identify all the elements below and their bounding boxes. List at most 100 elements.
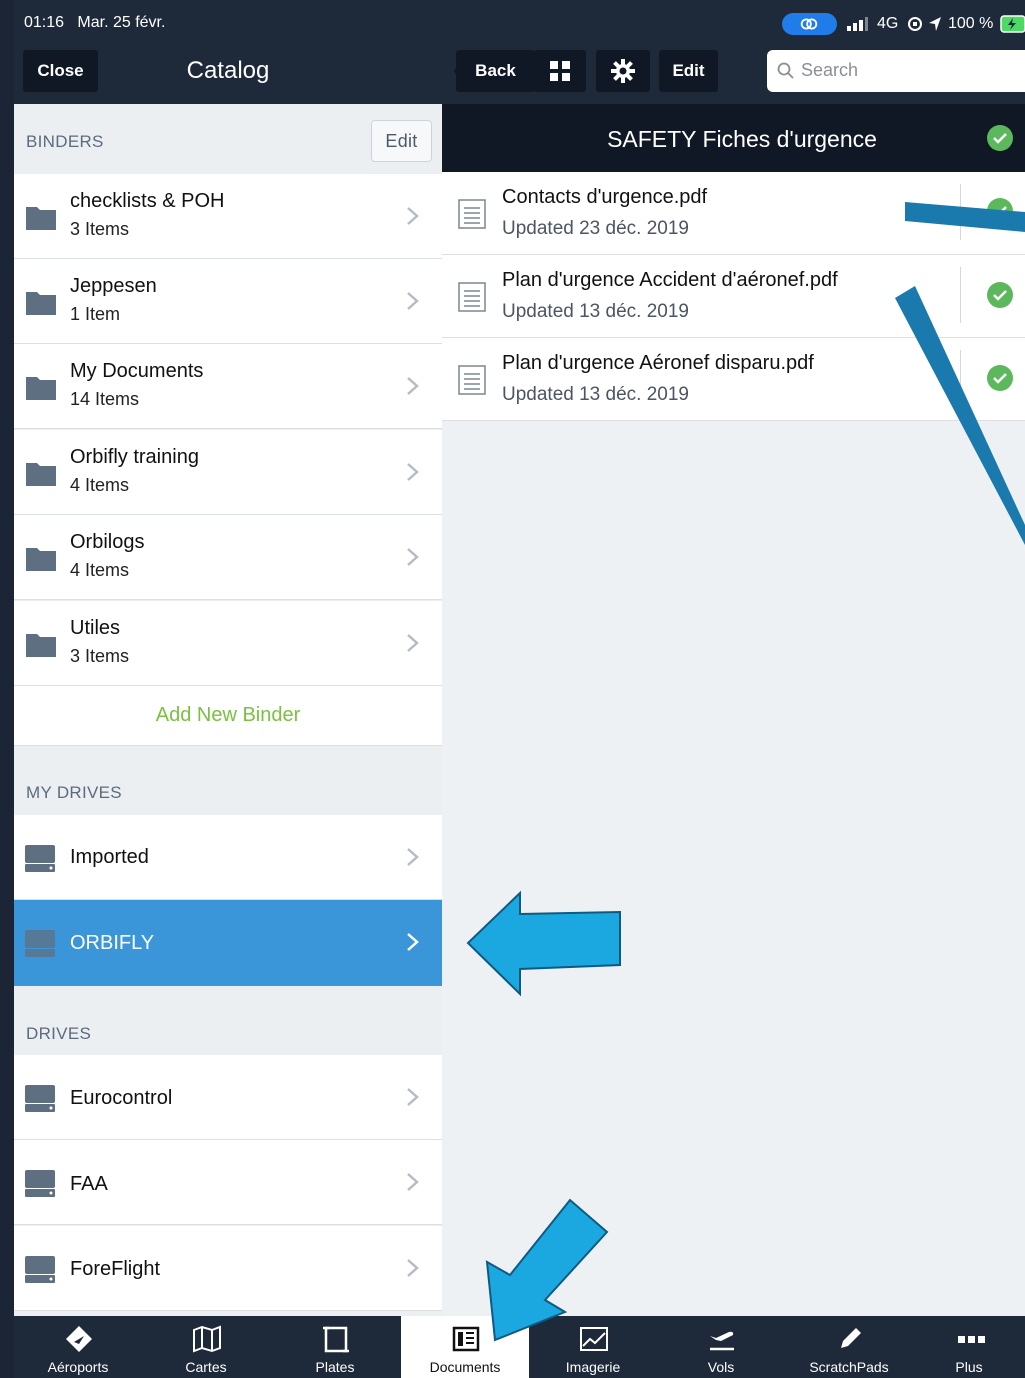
chevron-right-icon: [407, 634, 419, 652]
document-icon: [458, 365, 486, 395]
binder-title: Jeppesen: [70, 275, 157, 297]
drives-section-header: DRIVES: [14, 986, 442, 1055]
back-arrow-icon: [454, 50, 466, 92]
drive-title: ORBIFLY: [70, 932, 155, 954]
orientation-lock-icon: [908, 17, 922, 31]
settings-button[interactable]: [596, 50, 650, 92]
binders-edit-button[interactable]: Edit: [371, 120, 432, 162]
downloaded-check-icon: [987, 365, 1013, 391]
drive-row-foreflight[interactable]: ForeFlight: [14, 1226, 442, 1311]
battery-percent: 100 %: [948, 15, 994, 32]
binder-row[interactable]: checklists & POH 3 Items: [14, 174, 442, 259]
tab-documents[interactable]: Documents: [401, 1316, 529, 1378]
binders-header-label: BINDERS: [26, 132, 104, 151]
tab-label: ScratchPads: [809, 1359, 889, 1375]
chevron-right-icon: [407, 377, 419, 395]
tab-plates[interactable]: Plates: [271, 1316, 399, 1378]
document-updated: Updated 23 déc. 2019: [502, 218, 689, 239]
tab-imagerie[interactable]: Imagerie: [529, 1316, 657, 1378]
binder-row[interactable]: Orbilogs 4 Items: [14, 515, 442, 600]
binder-count: 1 Item: [70, 304, 121, 324]
catalog-panel: 01:16 Mar. 25 févr. Close Catalog BINDER…: [14, 0, 442, 1316]
hard-drive-icon: [25, 930, 55, 957]
search-input[interactable]: Search: [767, 50, 1025, 92]
tab-aeroports[interactable]: Aéroports: [14, 1316, 142, 1378]
document-row[interactable]: Contacts d'urgence.pdf Updated 23 déc. 2…: [442, 172, 1025, 255]
bottom-tab-bar: Aéroports Cartes Plates Documents Imager…: [14, 1316, 1025, 1378]
binder-title: Orbilogs: [70, 531, 145, 553]
drive-row-imported[interactable]: Imported: [14, 815, 442, 900]
add-new-binder-label: Add New Binder: [155, 704, 301, 726]
plates-icon: [323, 1326, 349, 1353]
binder-row[interactable]: My Documents 14 Items: [14, 344, 442, 429]
folder-icon: [26, 463, 56, 486]
chevron-right-icon: [407, 848, 419, 866]
binder-row[interactable]: Jeppesen 1 Item: [14, 259, 442, 344]
edit-button[interactable]: Edit: [659, 50, 718, 92]
battery-charging-icon: [1000, 15, 1025, 33]
chevron-right-icon: [407, 1173, 419, 1191]
document-icon: [458, 199, 486, 229]
drives-header-label: DRIVES: [26, 1024, 92, 1043]
binder-count: 14 Items: [70, 389, 140, 409]
downloaded-check-icon: [987, 198, 1013, 224]
folder-title: SAFETY Fiches d'urgence: [607, 126, 877, 152]
binder-count: 4 Items: [70, 475, 130, 495]
document-name: Plan d'urgence Accident d'aéronef.pdf: [502, 269, 838, 291]
hard-drive-icon: [25, 1256, 55, 1283]
chevron-right-icon: [407, 1259, 419, 1277]
tab-cartes[interactable]: Cartes: [142, 1316, 270, 1378]
drive-row-eurocontrol[interactable]: Eurocontrol: [14, 1055, 442, 1140]
my-drives-header-label: MY DRIVES: [26, 783, 122, 802]
tab-label: Imagerie: [565, 1359, 621, 1375]
drive-title: ForeFlight: [70, 1258, 161, 1280]
drive-title: FAA: [70, 1173, 108, 1195]
drive-title: Eurocontrol: [70, 1087, 173, 1109]
chevron-right-icon: [407, 292, 419, 310]
grid-view-button[interactable]: [534, 50, 586, 92]
row-divider: [960, 267, 961, 323]
documents-panel: 4G 100 % Back Edit Search SAFETY Fiches …: [442, 0, 1025, 1316]
binder-row[interactable]: Orbifly training 4 Items: [14, 430, 442, 515]
binder-title: Orbifly training: [70, 446, 199, 468]
status-time-date: 01:16 Mar. 25 févr.: [24, 14, 165, 32]
document-row[interactable]: Plan d'urgence Aéronef disparu.pdf Updat…: [442, 338, 1025, 421]
back-button[interactable]: Back: [454, 50, 535, 92]
drive-row-orbifly-selected[interactable]: ORBIFLY: [14, 900, 442, 986]
tab-vols[interactable]: Vols: [657, 1316, 785, 1378]
downloaded-check-icon: [987, 282, 1013, 308]
tab-label: Vols: [707, 1359, 735, 1375]
hotspot-icon: [782, 13, 837, 35]
drive-title: Imported: [70, 846, 149, 868]
hard-drive-icon: [25, 845, 55, 872]
binder-row[interactable]: Utiles 3 Items: [14, 601, 442, 686]
map-icon: [193, 1325, 221, 1353]
document-row[interactable]: Plan d'urgence Accident d'aéronef.pdf Up…: [442, 255, 1025, 338]
binders-section-header: BINDERS Edit: [14, 104, 442, 174]
catalog-header: 01:16 Mar. 25 févr. Close Catalog: [14, 0, 442, 104]
more-icon: [958, 1336, 985, 1343]
binder-count: 3 Items: [70, 646, 130, 666]
synced-check-icon: [987, 125, 1013, 151]
imagery-icon: [580, 1327, 608, 1351]
tab-label: Plus: [955, 1359, 983, 1375]
chevron-right-icon: [407, 463, 419, 481]
tab-label: Plates: [315, 1359, 355, 1375]
folder-icon: [26, 548, 56, 571]
document-icon: [458, 282, 486, 312]
chevron-right-icon: [407, 933, 419, 951]
tab-plus[interactable]: Plus: [913, 1316, 1025, 1378]
folder-icon: [26, 292, 56, 315]
tab-scratchpads[interactable]: ScratchPads: [785, 1316, 913, 1378]
gear-icon: [611, 59, 635, 83]
add-new-binder-button[interactable]: Add New Binder: [14, 686, 442, 746]
document-name: Contacts d'urgence.pdf: [502, 186, 708, 208]
status-time: 01:16: [24, 14, 65, 31]
drive-row-faa[interactable]: FAA: [14, 1140, 442, 1225]
search-icon: [777, 62, 794, 79]
documents-toolbar: 4G 100 % Back Edit Search: [442, 0, 1025, 104]
hard-drive-icon: [25, 1085, 55, 1112]
chevron-right-icon: [407, 1088, 419, 1106]
chevron-right-icon: [407, 207, 419, 225]
signal-icon: [847, 17, 868, 31]
